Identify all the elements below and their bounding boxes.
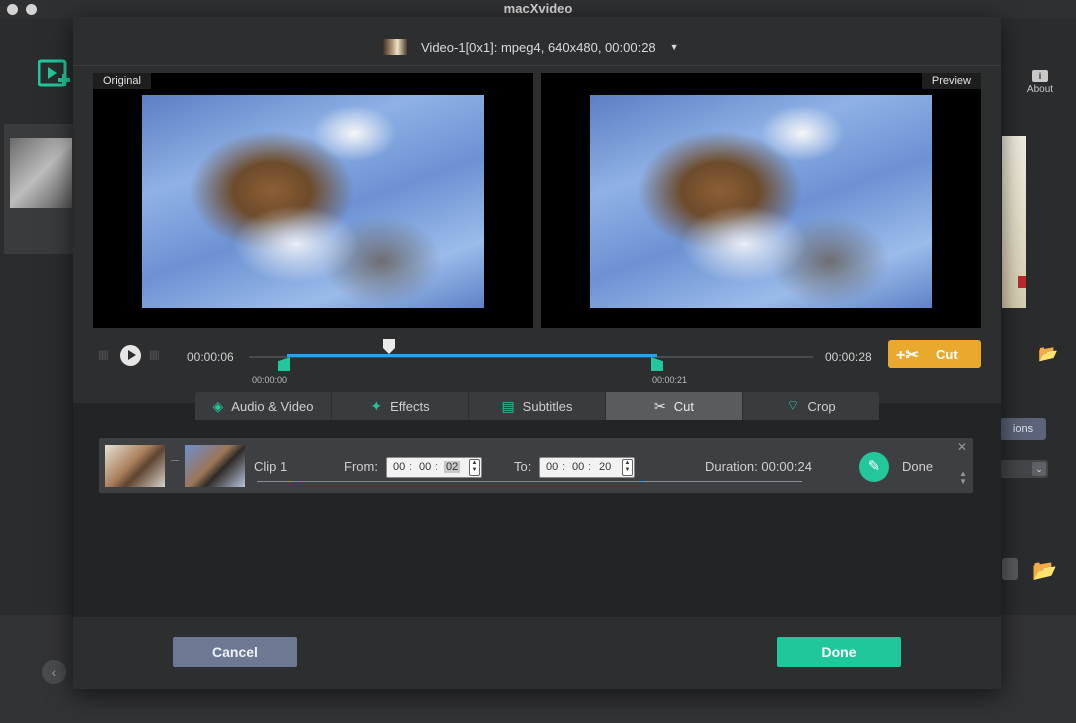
about-label: About — [1026, 84, 1054, 95]
app-title: macXvideo — [503, 1, 573, 16]
options-button[interactable]: ions — [1000, 418, 1046, 440]
end-trim-handle[interactable] — [651, 357, 663, 371]
duration: Duration: 00:00:24 — [705, 459, 812, 474]
tab-label: Effects — [390, 398, 430, 414]
video-selector[interactable]: Video-1[0x1]: mpeg4, 640x480, 00:00:28 ▼ — [383, 37, 679, 57]
forward-grip-icon[interactable]: |||||| — [149, 350, 160, 361]
cut-button[interactable]: +✂ Cut — [888, 340, 981, 368]
back-button[interactable]: ‹ — [42, 660, 66, 684]
dialog-header: Video-1[0x1]: mpeg4, 640x480, 00:00:28 ▼ — [73, 17, 1001, 66]
play-button[interactable] — [120, 345, 141, 366]
cut-button-label: Cut — [936, 347, 958, 362]
video-list-item[interactable] — [4, 124, 76, 254]
rewind-grip-icon[interactable]: |||||| — [98, 350, 109, 361]
from-time-field[interactable]: 00 : 00 : 02 ▲ ▼ — [386, 457, 482, 478]
edit-tabs: ◈ Audio & Video ✦ Effects ▤ Subtitles ✂ Cut … — [195, 392, 879, 420]
info-icon: i — [1032, 70, 1048, 82]
tab-label: Crop — [807, 398, 836, 414]
from-minutes[interactable]: 00 — [419, 461, 431, 473]
from-hours[interactable]: 00 — [393, 461, 405, 473]
app-logo-icon — [37, 58, 72, 95]
about-button[interactable]: i About — [1020, 70, 1060, 95]
from-label: From: — [344, 459, 378, 474]
start-trim-handle[interactable] — [278, 357, 290, 371]
to-stepper[interactable]: ▲ ▼ — [622, 459, 633, 476]
stepper[interactable] — [1002, 558, 1018, 580]
clip-start-thumbnail — [105, 445, 165, 487]
audio-video-icon: ◈ — [212, 397, 224, 414]
tab-audio-video[interactable]: ◈ Audio & Video — [195, 392, 332, 420]
folder-icon[interactable]: 📂 — [1038, 344, 1058, 364]
output-folder-icon[interactable]: 📂 — [1032, 558, 1057, 583]
to-seconds[interactable]: 20 — [599, 461, 611, 473]
original-panel: Original — [93, 73, 533, 328]
from-stepper[interactable]: ▲ ▼ — [469, 459, 480, 476]
format-select[interactable]: ⌄ — [1000, 460, 1048, 478]
cancel-button[interactable]: Cancel — [173, 637, 297, 667]
from-seconds[interactable]: 02 — [444, 461, 461, 473]
original-label: Original — [93, 73, 151, 89]
minimize-window-button[interactable] — [26, 4, 37, 15]
thumb-separator — [171, 460, 179, 461]
clip-range-bar — [257, 481, 802, 482]
tab-label: Cut — [673, 398, 694, 414]
to-hours[interactable]: 00 — [546, 461, 558, 473]
clip-done-label[interactable]: Done — [902, 459, 933, 474]
preview-panel: Preview — [541, 73, 981, 328]
edit-pencil-icon[interactable]: ✎ — [859, 452, 889, 482]
clip-name: Clip 1 — [254, 459, 288, 474]
preview-image — [1002, 136, 1026, 308]
original-video-frame — [142, 95, 484, 308]
tab-cut[interactable]: ✂ Cut — [606, 392, 743, 420]
timeline: |||||| |||||| 00:00:06 00:00:00 00:00:21… — [73, 335, 1001, 387]
clip-row[interactable]: Clip 1 From: 00 : 00 : 02 ▲ ▼ To: 00 : 00… — [99, 438, 973, 493]
tab-label: Subtitles — [522, 398, 573, 414]
magic-wand-icon: ✦ — [370, 397, 383, 414]
total-time: 00:00:28 — [825, 350, 872, 364]
end-marker-time: 00:00:21 — [652, 375, 688, 385]
tab-crop[interactable]: ⌔ Crop — [743, 392, 879, 420]
current-time: 00:00:06 — [187, 350, 234, 364]
video-thumbnail — [10, 138, 72, 208]
crop-icon: ⌔ — [786, 397, 800, 413]
subtitles-icon: ▤ — [501, 397, 515, 414]
clip-end-thumbnail — [185, 445, 245, 487]
video-selector-label: Video-1[0x1]: mpeg4, 640x480, 00:00:28 — [421, 39, 656, 55]
start-marker-time: 00:00:00 — [252, 375, 288, 385]
reorder-arrows-icon[interactable]: ▲ ▼ — [959, 470, 967, 486]
done-button[interactable]: Done — [777, 637, 901, 667]
add-scissors-icon: +✂ — [896, 347, 919, 364]
selected-range — [287, 354, 657, 357]
scissors-icon: ✂ — [654, 397, 666, 414]
to-label: To: — [514, 459, 532, 474]
tab-effects[interactable]: ✦ Effects — [332, 392, 469, 420]
dropdown-arrow-icon: ▼ — [669, 42, 679, 52]
to-time-field[interactable]: 00 : 00 : 20 ▲ ▼ — [539, 457, 635, 478]
edit-dialog: Video-1[0x1]: mpeg4, 640x480, 00:00:28 ▼… — [73, 17, 1001, 689]
window-titlebar: macXvideo — [0, 0, 1076, 18]
chevron-down-icon: ⌄ — [1032, 462, 1046, 476]
playhead[interactable] — [383, 339, 395, 354]
tab-subtitles[interactable]: ▤ Subtitles — [469, 392, 606, 420]
close-window-button[interactable] — [7, 4, 18, 15]
cut-content: Clip 1 From: 00 : 00 : 02 ▲ ▼ To: 00 : 00… — [73, 403, 1001, 617]
remove-clip-icon[interactable]: ✕ — [957, 440, 967, 454]
tab-label: Audio & Video — [231, 398, 314, 414]
preview-video-frame — [590, 95, 932, 308]
to-minutes[interactable]: 00 — [572, 461, 584, 473]
video-thumbnail-icon — [383, 39, 407, 55]
preview-label: Preview — [921, 73, 981, 89]
